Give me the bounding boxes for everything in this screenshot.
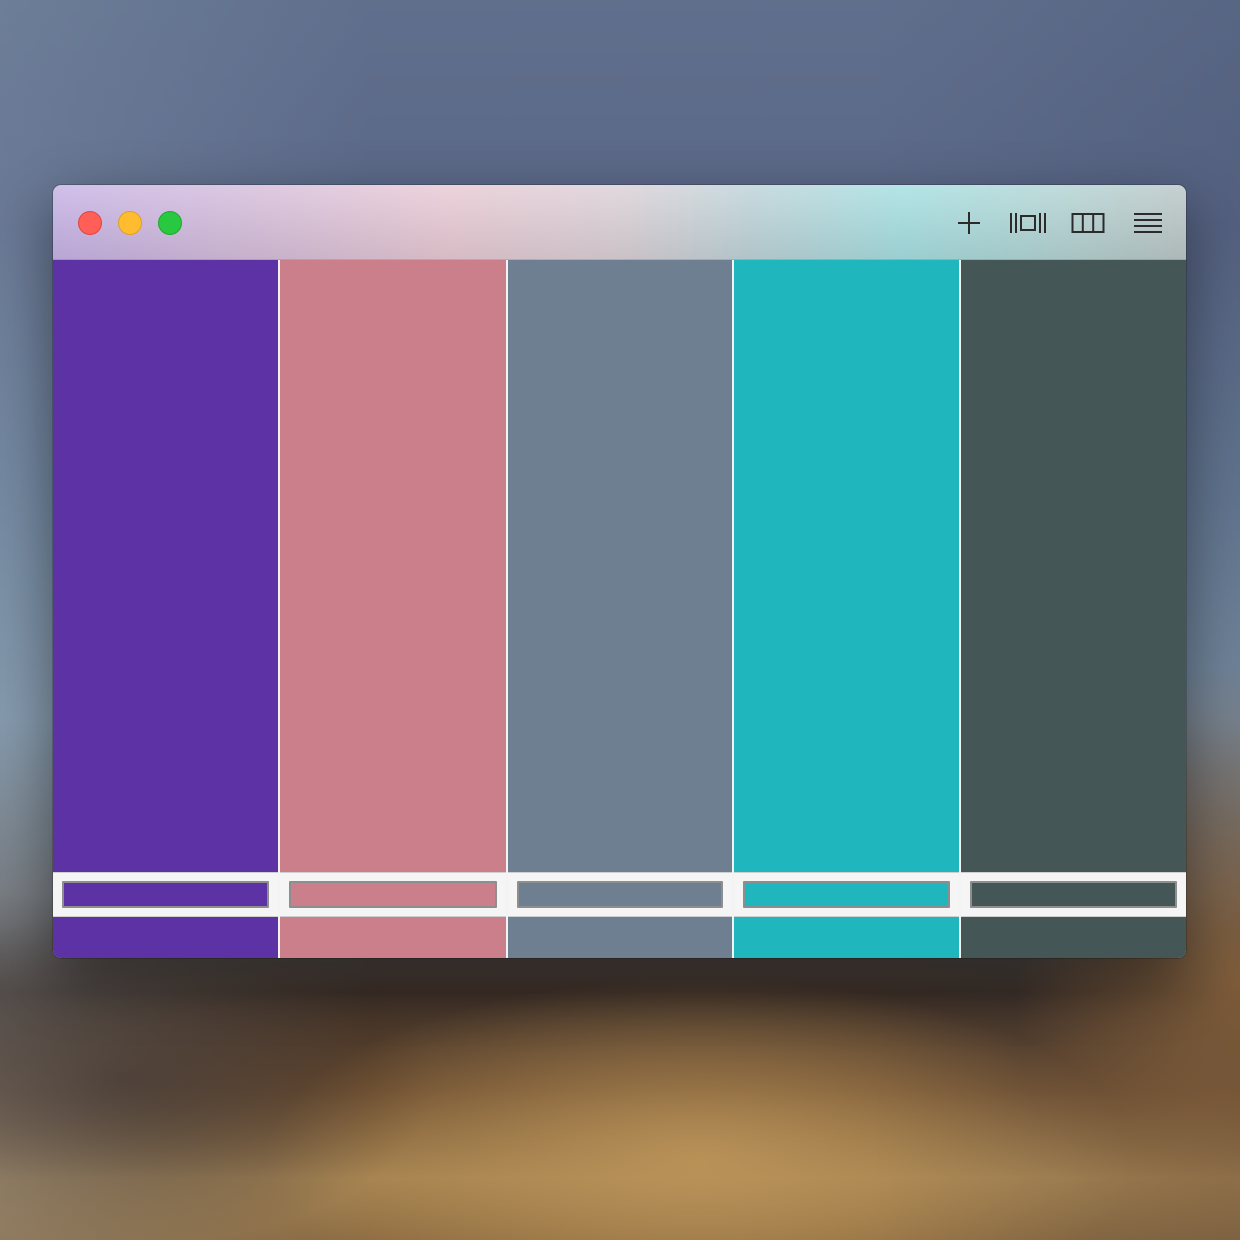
columns-button[interactable] <box>1068 204 1108 242</box>
hex-input[interactable] <box>970 881 1177 908</box>
minimize-button[interactable] <box>118 211 142 235</box>
fit-width-icon <box>1010 213 1046 233</box>
hex-input-bar <box>53 872 278 917</box>
hex-input-bar <box>734 872 959 917</box>
hex-input[interactable] <box>743 881 950 908</box>
color-column[interactable] <box>53 260 278 958</box>
plus-icon <box>958 212 980 234</box>
fit-width-button[interactable] <box>1008 204 1048 242</box>
palette-area <box>53 260 1186 958</box>
close-button[interactable] <box>78 211 102 235</box>
hex-input[interactable] <box>289 881 497 908</box>
color-column[interactable] <box>280 260 506 958</box>
hamburger-menu-icon <box>1134 213 1162 233</box>
hex-input-bar <box>961 872 1186 917</box>
app-window <box>53 185 1186 958</box>
hex-input-bar <box>508 872 732 917</box>
hex-input[interactable] <box>517 881 723 908</box>
hex-input-bar <box>280 872 506 917</box>
color-column[interactable] <box>734 260 959 958</box>
color-column[interactable] <box>508 260 732 958</box>
zoom-button[interactable] <box>158 211 182 235</box>
columns-icon <box>1071 213 1105 233</box>
hex-input[interactable] <box>62 881 269 908</box>
color-column[interactable] <box>961 260 1186 958</box>
add-color-button[interactable] <box>949 204 989 242</box>
menu-button[interactable] <box>1128 204 1168 242</box>
